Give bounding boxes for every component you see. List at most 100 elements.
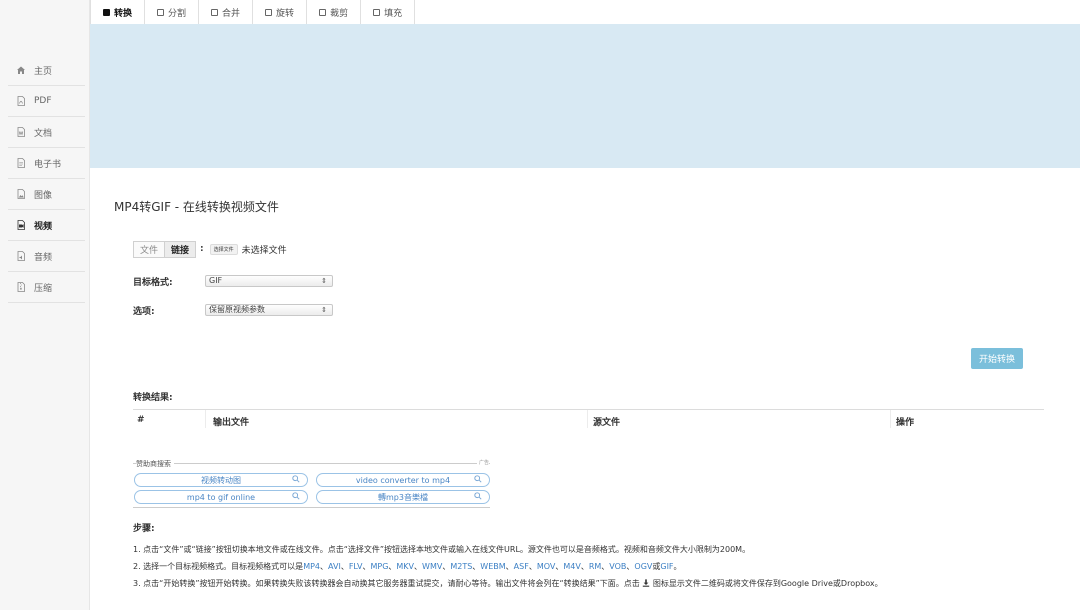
format-separator: 、 xyxy=(320,562,329,571)
sidebar-nav: 主页 PDF 文档 电子书 图像 视频 音频 压缩 xyxy=(8,55,85,303)
format-link[interactable]: M4V xyxy=(563,562,580,571)
format-link[interactable]: MKV xyxy=(396,562,414,571)
format-link[interactable]: FLV xyxy=(349,562,363,571)
column-divider xyxy=(205,410,206,428)
sidebar-item-label: 图像 xyxy=(34,190,53,201)
checkbox-icon xyxy=(157,8,165,16)
format-link[interactable]: MP4 xyxy=(303,562,320,571)
select-arrow-icon: ⇕ xyxy=(321,277,327,285)
source-toggle: 文件 链接 xyxy=(133,240,197,258)
sidebar-item-label: 视频 xyxy=(34,221,53,232)
tab-label: 填充 xyxy=(384,8,403,19)
checkbox-icon xyxy=(211,8,219,16)
sidebar-item-video[interactable]: 视频 xyxy=(8,210,85,241)
page-title: MP4转GIF - 在线转换视频文件 xyxy=(114,200,279,214)
format-link[interactable]: AVI xyxy=(328,562,341,571)
format-separator: 、 xyxy=(528,562,537,571)
source-selector: 文件 链接 : 选择文件 未选择文件 xyxy=(133,240,287,258)
pill-label: 视频转动图 xyxy=(201,475,241,485)
tab-split[interactable]: 分割 xyxy=(145,0,200,24)
target-format-label: 目标格式: xyxy=(133,278,173,288)
tab-label: 转换 xyxy=(114,8,133,19)
select-value: 保留原视频参数 xyxy=(209,305,265,314)
pill-label: mp4 to gif online xyxy=(186,492,256,502)
step-3: 3. 点击“开始转换”按钮开始转换。如果转换失败该转换器会自动换其它服务器重试提… xyxy=(133,578,883,589)
sidebar-item-archive[interactable]: 压缩 xyxy=(8,272,85,303)
target-format-select[interactable]: GIF ⇕ xyxy=(205,275,333,287)
tab-crop[interactable]: 裁剪 xyxy=(307,0,362,24)
format-link[interactable]: WEBM xyxy=(480,562,505,571)
home-icon xyxy=(16,65,26,75)
tab-convert[interactable]: 转换 xyxy=(90,0,146,24)
sidebar-item-label: 电子书 xyxy=(34,159,62,170)
results-label: 转换结果: xyxy=(133,393,173,403)
no-file-text: 未选择文件 xyxy=(241,245,287,256)
search-icon xyxy=(474,492,482,500)
format-separator: 、 xyxy=(414,562,423,571)
sponsored-search-pill[interactable]: 视频转动图 xyxy=(134,473,308,487)
search-icon xyxy=(292,475,300,483)
sponsored-search-title: 赞助商搜索 xyxy=(136,459,174,469)
checkbox-icon xyxy=(319,8,327,16)
format-link[interactable]: MOV xyxy=(537,562,556,571)
sidebar-item-label: 压缩 xyxy=(34,283,53,294)
banner-area xyxy=(90,24,1080,168)
sponsored-search-pill[interactable]: video converter to mp4 xyxy=(316,473,490,487)
sidebar-item-label: 音频 xyxy=(34,252,53,263)
sidebar-item-ebook[interactable]: 电子书 xyxy=(8,148,85,179)
checkbox-icon xyxy=(373,8,381,16)
pdf-file-icon xyxy=(16,96,26,106)
format-link[interactable]: GIF xyxy=(660,562,673,571)
format-link[interactable]: RM xyxy=(589,562,601,571)
sidebar-item-label: PDF xyxy=(34,96,52,106)
column-divider xyxy=(890,410,891,428)
archive-file-icon xyxy=(16,282,26,292)
column-header-actions: 操作 xyxy=(896,418,915,428)
video-file-icon xyxy=(16,220,26,230)
sponsored-search-pill[interactable]: 轉mp3音樂檔 xyxy=(316,490,490,504)
options-select[interactable]: 保留原视频参数 ⇕ xyxy=(205,304,333,316)
format-link-list: MP4、AVI、FLV、MPG、MKV、WMV、M2TS、WEBM、ASF、MO… xyxy=(303,562,681,571)
format-link[interactable]: ASF xyxy=(514,562,529,571)
sidebar-item-audio[interactable]: 音频 xyxy=(8,241,85,272)
step-2: 2. 选择一个目标视频格式。目标视频格式可以是MP4、AVI、FLV、MPG、M… xyxy=(133,561,682,572)
file-toggle-button[interactable]: 文件 xyxy=(134,241,166,257)
step-2-text: 2. 选择一个目标视频格式。目标视频格式可以是 xyxy=(133,562,304,571)
checkbox-icon xyxy=(103,8,110,16)
source-colon: : xyxy=(200,244,204,254)
results-table: # 输出文件 源文件 操作 xyxy=(133,409,1044,428)
sidebar-item-pdf[interactable]: PDF xyxy=(8,86,85,117)
format-link[interactable]: VOB xyxy=(609,562,626,571)
column-header-output: 输出文件 xyxy=(213,418,250,428)
start-convert-button[interactable]: 开始转换 xyxy=(971,348,1023,369)
format-link[interactable]: M2TS xyxy=(450,562,472,571)
search-icon xyxy=(292,492,300,500)
sidebar-item-home[interactable]: 主页 xyxy=(8,55,85,86)
format-separator: 、 xyxy=(580,562,589,571)
tab-label: 分割 xyxy=(168,8,187,19)
tab-rotate[interactable]: 旋转 xyxy=(253,0,308,24)
format-link[interactable]: WMV xyxy=(422,562,442,571)
format-link[interactable]: OGV xyxy=(634,562,652,571)
sidebar-item-image[interactable]: 图像 xyxy=(8,179,85,210)
sidebar-item-document[interactable]: 文档 xyxy=(8,117,85,148)
tab-label: 合并 xyxy=(222,8,241,19)
audio-file-icon xyxy=(16,251,26,261)
steps-title: 步骤: xyxy=(133,524,155,534)
tab-label: 裁剪 xyxy=(330,8,349,19)
download-icon xyxy=(643,579,650,587)
sidebar: 主页 PDF 文档 电子书 图像 视频 音频 压缩 xyxy=(0,0,90,610)
options-label: 选项: xyxy=(133,307,155,317)
sidebar-item-label: 主页 xyxy=(34,66,53,77)
tab-pad[interactable]: 填充 xyxy=(361,0,416,24)
sponsored-search-pill[interactable]: mp4 to gif online xyxy=(134,490,308,504)
format-link[interactable]: MPG xyxy=(370,562,388,571)
step-3-text: 3. 点击“开始转换”按钮开始转换。如果转换失败该转换器会自动换其它服务器重试提… xyxy=(133,579,640,588)
choose-file-button[interactable]: 选择文件 xyxy=(209,243,238,255)
sponsored-search: 赞助商搜索 广告 视频转动图 video converter to mp4 mp… xyxy=(133,459,490,508)
tab-merge[interactable]: 合并 xyxy=(199,0,254,24)
column-header-source: 源文件 xyxy=(593,418,621,428)
sidebar-item-label: 文档 xyxy=(34,128,53,139)
link-toggle-button[interactable]: 链接 xyxy=(165,241,196,257)
column-header-index: # xyxy=(137,415,145,425)
